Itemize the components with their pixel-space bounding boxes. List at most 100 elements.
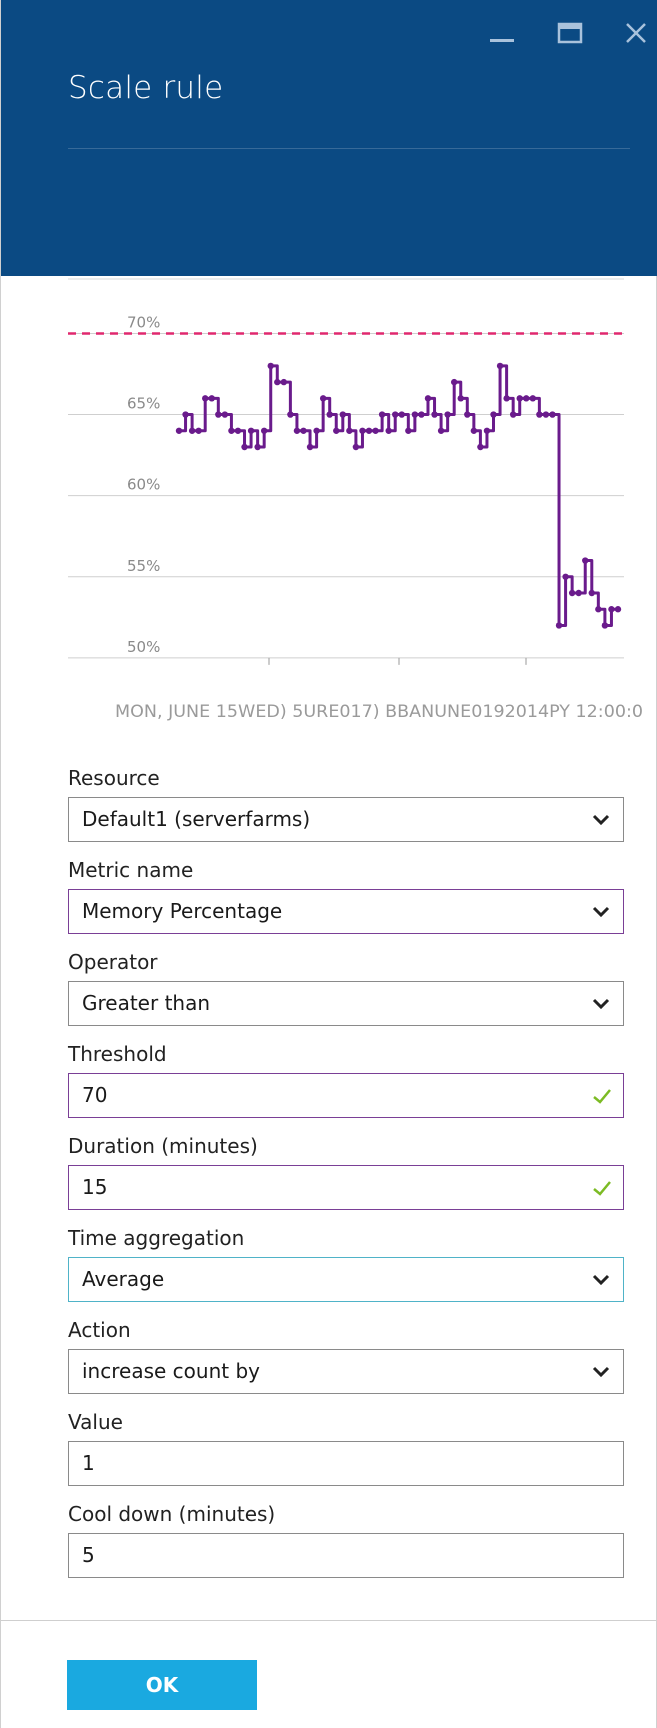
data-point xyxy=(477,443,484,451)
data-point xyxy=(359,427,366,434)
y-tick-label: 70% xyxy=(127,313,160,331)
data-point xyxy=(470,427,478,434)
data-point xyxy=(267,362,274,370)
memory-percentage-chart: 70% 65% 60% 55% 50% MON, JUNE 15WED) 5URE017)… xyxy=(1,276,657,746)
data-point xyxy=(431,411,438,418)
chevron-down-icon xyxy=(592,1274,610,1286)
data-point xyxy=(215,411,222,418)
data-point xyxy=(221,411,229,418)
data-point xyxy=(437,427,445,434)
resource-select[interactable]: Default1 (serverfarms) xyxy=(68,797,624,842)
data-point xyxy=(346,427,353,434)
ok-button[interactable]: OK xyxy=(67,1660,257,1710)
operator-select[interactable]: Greater than xyxy=(68,981,624,1026)
data-point xyxy=(555,622,563,629)
cool-down-value: 5 xyxy=(82,1543,95,1567)
scale-rule-blade: Scale rule 70% 65% 60% 55% 50% MON, JUNE 15WE… xyxy=(0,0,657,1728)
value-label: Value xyxy=(68,1410,123,1434)
footer-divider xyxy=(1,1620,656,1621)
data-point xyxy=(195,427,202,434)
value-value: 1 xyxy=(82,1451,95,1475)
time-aggregation-value: Average xyxy=(82,1267,165,1291)
action-label: Action xyxy=(68,1318,131,1342)
data-point xyxy=(319,395,327,402)
data-point xyxy=(188,427,196,434)
operator-value: Greater than xyxy=(82,991,211,1015)
data-point xyxy=(274,378,281,386)
data-point xyxy=(444,411,451,418)
data-point xyxy=(202,395,209,402)
data-point xyxy=(496,362,504,370)
data-point xyxy=(241,443,248,451)
resource-value: Default1 (serverfarms) xyxy=(82,807,311,831)
operator-label: Operator xyxy=(68,950,158,974)
data-point xyxy=(588,589,595,597)
data-point xyxy=(254,443,261,451)
action-select[interactable]: increase count by xyxy=(68,1349,624,1394)
data-point xyxy=(372,427,379,434)
data-point xyxy=(392,411,399,418)
data-point xyxy=(234,427,242,434)
maximize-icon[interactable] xyxy=(555,18,585,48)
time-aggregation-select[interactable]: Average xyxy=(68,1257,624,1302)
data-point xyxy=(175,427,183,434)
close-icon[interactable] xyxy=(621,18,651,48)
chevron-down-icon xyxy=(592,906,610,918)
data-point xyxy=(260,427,268,434)
data-point xyxy=(568,589,576,597)
data-point xyxy=(300,427,307,434)
data-point xyxy=(562,573,569,580)
chart-svg: 70% 65% 60% 55% 50% MON, JUNE 15WED) 5URE017)… xyxy=(68,278,643,722)
checkmark-icon xyxy=(593,1089,611,1104)
time-aggregation-label: Time aggregation xyxy=(68,1226,245,1250)
duration-input[interactable]: 15 xyxy=(68,1165,624,1210)
data-point xyxy=(365,427,373,434)
value-input[interactable]: 1 xyxy=(68,1441,624,1486)
data-point xyxy=(608,606,615,613)
checkmark-icon xyxy=(593,1181,611,1196)
metric-name-value: Memory Percentage xyxy=(82,899,283,923)
data-point xyxy=(411,411,419,418)
data-point xyxy=(306,443,314,451)
action-value: increase count by xyxy=(82,1359,260,1383)
data-point xyxy=(326,411,333,418)
data-point xyxy=(542,411,550,418)
cool-down-input[interactable]: 5 xyxy=(68,1533,624,1578)
y-tick-label: 50% xyxy=(127,638,160,656)
data-point xyxy=(287,411,294,418)
data-point xyxy=(418,411,425,418)
metric-name-label: Metric name xyxy=(68,858,194,882)
threshold-label: Threshold xyxy=(68,1042,167,1066)
data-point xyxy=(339,411,347,418)
threshold-input[interactable]: 70 xyxy=(68,1073,624,1118)
metric-name-select[interactable]: Memory Percentage xyxy=(68,889,624,934)
resource-field: Resource Default1 (serverfarms) xyxy=(68,763,624,842)
data-point xyxy=(280,378,288,386)
x-axis-labels: MON, JUNE 15WED) 5URE017) BBANUNE0192014… xyxy=(115,702,643,722)
minimize-icon[interactable] xyxy=(487,18,517,48)
time-aggregation-field: Time aggregation Average xyxy=(68,1223,624,1302)
chevron-down-icon xyxy=(592,1366,610,1378)
data-point xyxy=(333,427,340,434)
cool-down-field: Cool down (minutes) 5 xyxy=(68,1499,624,1578)
data-point xyxy=(352,443,360,451)
data-point xyxy=(536,411,543,418)
threshold-field: Threshold 70 xyxy=(68,1039,624,1118)
blade-header: Scale rule xyxy=(1,0,657,276)
data-point xyxy=(247,427,255,434)
resource-label: Resource xyxy=(68,766,160,790)
value-field: Value 1 xyxy=(68,1407,624,1486)
data-point xyxy=(549,411,556,418)
metric-name-field: Metric name Memory Percentage xyxy=(68,855,624,934)
data-point xyxy=(398,411,405,418)
y-tick-label: 60% xyxy=(127,476,160,494)
data-point xyxy=(601,622,609,629)
data-point xyxy=(208,395,215,402)
cool-down-label: Cool down (minutes) xyxy=(68,1502,276,1526)
data-point xyxy=(313,427,320,434)
data-point xyxy=(182,411,189,418)
data-point xyxy=(509,411,517,418)
data-point xyxy=(516,395,523,402)
data-point xyxy=(293,427,301,434)
data-point xyxy=(464,411,471,418)
